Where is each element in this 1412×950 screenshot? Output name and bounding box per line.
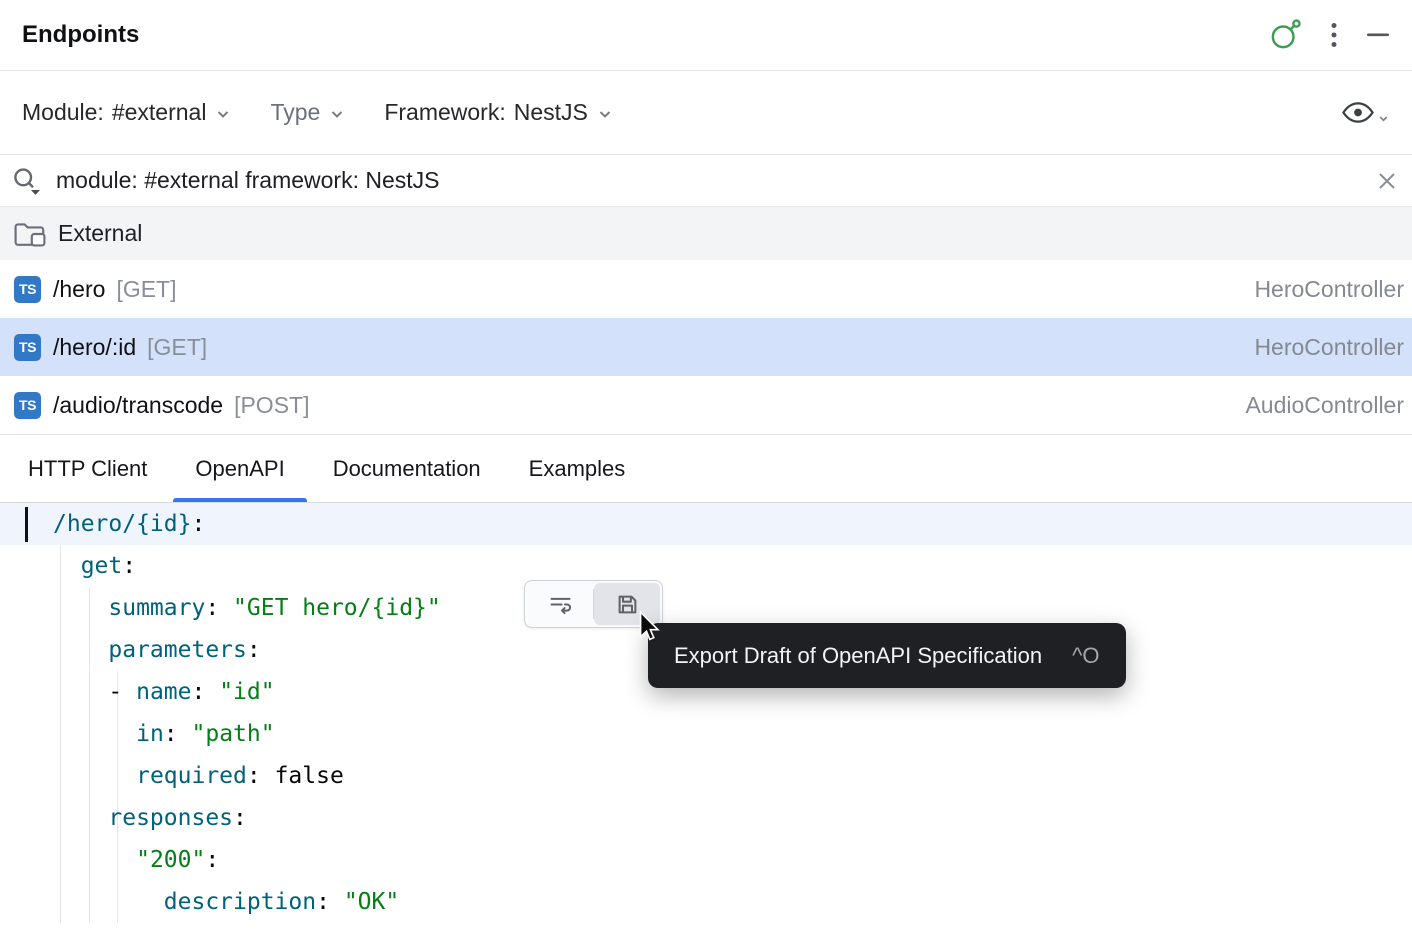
type-filter[interactable]: Type [270, 99, 346, 126]
endpoint-method: [GET] [147, 334, 207, 361]
text-caret [25, 507, 28, 542]
endpoint-list: TS /hero [GET] HeroController TS /hero/:… [0, 260, 1412, 434]
module-filter-value: #external [112, 99, 207, 126]
framework-filter-value: NestJS [514, 99, 588, 126]
external-folder-icon [12, 219, 48, 249]
export-tooltip: Export Draft of OpenAPI Specification ^O [648, 623, 1126, 688]
code-line[interactable]: /hero/{id}: [0, 503, 1412, 545]
endpoint-row-/hero[interactable]: TS /hero [GET] HeroController [0, 260, 1412, 318]
chevron-down-icon [596, 105, 614, 123]
view-options-button[interactable] [1341, 100, 1390, 125]
endpoint-controller: AudioController [1245, 392, 1404, 419]
filter-bar: Module: #external Type Framework: NestJS [0, 71, 1412, 155]
tooltip-shortcut: ^O [1072, 643, 1099, 669]
code-line[interactable]: get: [0, 545, 1412, 587]
chevron-down-icon [1377, 112, 1390, 125]
editor-floating-toolbar [524, 580, 663, 628]
soft-wrap-icon [547, 591, 574, 618]
group-label: External [58, 220, 142, 247]
search-icon[interactable] [10, 165, 46, 197]
chevron-down-icon [214, 105, 232, 123]
chevron-down-icon [328, 105, 346, 123]
code-line[interactable]: required: false [0, 755, 1412, 797]
code-lines: /hero/{id}: get: summary: "GET hero/{id}… [0, 503, 1412, 923]
endpoint-path: /audio/transcode [53, 392, 223, 419]
endpoint-path: /hero/:id [53, 334, 136, 361]
endpoint-controller: HeroController [1254, 276, 1404, 303]
eye-icon [1341, 100, 1375, 125]
typescript-file-icon: TS [14, 334, 41, 361]
tooltip-label: Export Draft of OpenAPI Specification [674, 643, 1042, 669]
module-filter-label: Module: [22, 99, 104, 126]
page-title: Endpoints [22, 21, 139, 49]
tool-window-header: Endpoints [0, 0, 1412, 71]
detail-tabs: HTTP ClientOpenAPIDocumentationExamples [0, 434, 1412, 503]
code-line[interactable]: "200": [0, 839, 1412, 881]
endpoint-row-/audio/transcode[interactable]: TS /audio/transcode [POST] AudioControll… [0, 376, 1412, 434]
group-row-external[interactable]: External [0, 207, 1412, 260]
framework-filter-label: Framework: [384, 99, 505, 126]
hide-tool-window-icon[interactable] [1366, 32, 1390, 38]
typescript-file-icon: TS [14, 392, 41, 419]
search-bar: module: #external framework: NestJS [0, 155, 1412, 207]
soft-wrap-button[interactable] [527, 583, 593, 625]
module-filter[interactable]: Module: #external [22, 99, 232, 126]
typescript-file-icon: TS [14, 276, 41, 303]
clear-search-icon[interactable] [1374, 168, 1400, 194]
endpoint-method: [POST] [234, 392, 309, 419]
endpoint-method: [GET] [116, 276, 176, 303]
export-openapi-button[interactable] [594, 583, 660, 625]
tab-http-client[interactable]: HTTP Client [4, 435, 171, 502]
endpoint-path: /hero [53, 276, 105, 303]
endpoints-status-icon[interactable] [1268, 18, 1302, 52]
code-line[interactable]: responses: [0, 797, 1412, 839]
type-filter-label: Type [270, 99, 320, 126]
code-line[interactable]: description: "OK" [0, 881, 1412, 923]
more-options-icon[interactable] [1330, 21, 1338, 49]
code-line[interactable]: in: "path" [0, 713, 1412, 755]
tab-documentation[interactable]: Documentation [309, 435, 505, 502]
endpoint-row-/hero/:id[interactable]: TS /hero/:id [GET] HeroController [0, 318, 1412, 376]
header-actions [1268, 18, 1390, 52]
openapi-editor[interactable]: /hero/{id}: get: summary: "GET hero/{id}… [0, 503, 1412, 950]
save-export-icon [614, 591, 641, 618]
endpoint-controller: HeroController [1254, 334, 1404, 361]
framework-filter[interactable]: Framework: NestJS [384, 99, 614, 126]
search-input[interactable]: module: #external framework: NestJS [56, 167, 1364, 194]
tab-openapi[interactable]: OpenAPI [171, 435, 308, 502]
tab-examples[interactable]: Examples [505, 435, 650, 502]
